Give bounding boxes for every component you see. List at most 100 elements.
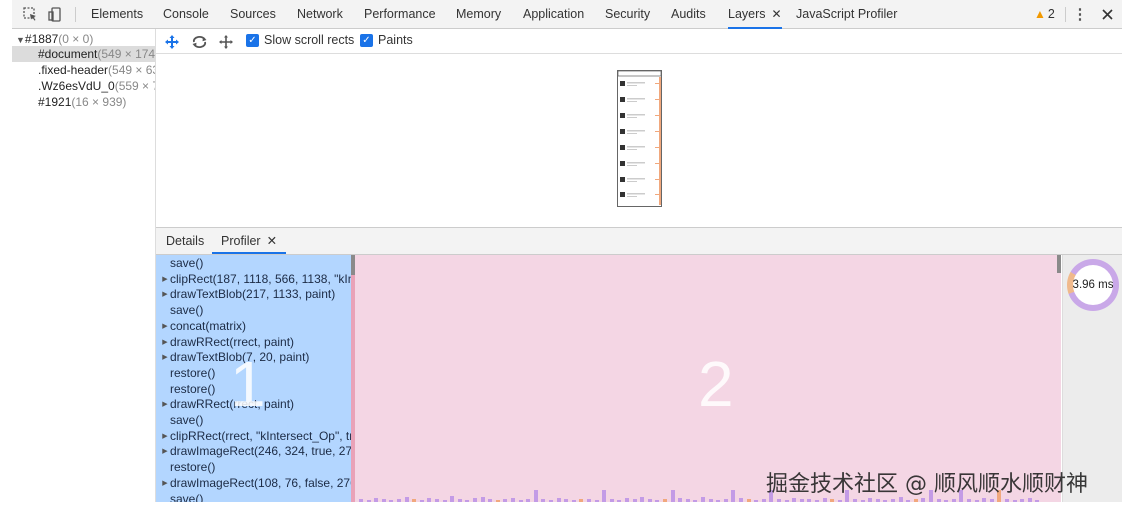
timeline-bar <box>853 499 857 502</box>
warning-triangle-icon: ▲ <box>1034 7 1046 21</box>
paint-command-row[interactable]: save() <box>156 492 354 503</box>
timeline-bar <box>906 500 911 502</box>
annotation-number-1: 1 <box>230 348 266 420</box>
expand-arrow-icon[interactable]: ▶ <box>160 429 170 445</box>
paint-command-row[interactable]: save() <box>156 256 354 272</box>
timeline-bar <box>860 500 865 502</box>
expand-arrow-icon[interactable]: ▶ <box>160 272 170 288</box>
tab-sources[interactable]: Sources <box>230 0 276 29</box>
lower-tabbar: Details Profiler ✕ <box>156 227 1122 255</box>
paint-command-label: drawTextBlob(217, 1133, paint) <box>170 287 336 302</box>
timeline-bar <box>381 499 386 502</box>
timeline-bar <box>556 498 561 502</box>
paint-command-row[interactable]: save() <box>156 303 354 319</box>
timeline-bar <box>625 498 629 502</box>
tab-javascript-profiler[interactable]: JavaScript Profiler <box>796 0 897 29</box>
warnings-badge[interactable]: ▲ 2 <box>1034 0 1055 29</box>
expand-arrow-icon[interactable]: ▶ <box>160 319 170 335</box>
layers-3d-viewport[interactable] <box>156 54 1122 227</box>
timeline-bar <box>1005 499 1009 502</box>
tab-performance[interactable]: Performance <box>364 0 436 29</box>
layer-tree: ▼#1887(0 × 0) #document(549 × 174 .fixed… <box>12 29 156 502</box>
tab-console[interactable]: Console <box>163 0 209 29</box>
timeline-bar <box>891 499 895 502</box>
paint-command-row[interactable]: ▶ clipRect(187, 1118, 566, 1138, "kIn <box>156 272 354 288</box>
timeline-bar <box>427 498 432 502</box>
tab-audits[interactable]: Audits <box>671 0 706 29</box>
slow-scroll-label: Slow scroll rects <box>264 33 355 47</box>
timeline-bar <box>815 500 819 502</box>
page-layer-thumbnail[interactable] <box>617 70 662 207</box>
paint-command-label: drawImageRect(246, 324, true, 276 <box>170 444 354 459</box>
timeline-bar <box>419 500 424 502</box>
close-tab-icon[interactable]: ✕ <box>772 7 782 21</box>
tree-node-1921[interactable]: #1921(16 × 939) <box>12 94 155 110</box>
expand-arrow-icon[interactable]: ▶ <box>160 397 170 413</box>
device-toolbar-icon[interactable] <box>47 6 63 22</box>
timeline-bar <box>397 499 401 502</box>
timeline-bar <box>518 500 523 502</box>
tree-node-root[interactable]: ▼#1887(0 × 0) <box>12 31 155 47</box>
paint-time-label: 3.96 ms <box>1073 265 1113 305</box>
timeline-bar <box>526 499 531 502</box>
expand-arrow-icon[interactable]: ▶ <box>160 444 170 460</box>
more-options-icon[interactable]: ⋮ <box>1072 6 1088 23</box>
timeline-window-handle[interactable] <box>1057 255 1061 273</box>
paint-time-pie-chart: 3.96 ms <box>1067 259 1119 311</box>
reset-transform-icon[interactable] <box>217 33 235 51</box>
expand-arrow-icon[interactable]: ▶ <box>160 476 170 492</box>
timeline-bar <box>587 499 591 502</box>
tab-memory[interactable]: Memory <box>456 0 501 29</box>
slow-scroll-checkbox[interactable]: ✓ <box>246 34 259 47</box>
paint-command-row[interactable]: ▶ drawImageRect(108, 76, false, 276 <box>156 476 354 492</box>
timeline-bar <box>617 500 622 502</box>
inspect-element-icon[interactable] <box>22 6 38 22</box>
tab-profiler[interactable]: Profiler ✕ <box>212 228 287 254</box>
annotation-number-2: 2 <box>698 348 734 420</box>
tab-elements[interactable]: Elements <box>91 0 143 29</box>
timeline-bar <box>754 500 759 502</box>
tab-network[interactable]: Network <box>297 0 343 29</box>
timeline-bar <box>989 499 994 502</box>
timeline-bar <box>647 499 652 502</box>
paints-checkbox[interactable]: ✓ <box>360 34 373 47</box>
expand-arrow-icon[interactable]: ▶ <box>160 287 170 303</box>
timeline-bar <box>685 499 690 502</box>
paint-command-row[interactable]: ▶ concat(matrix) <box>156 319 354 335</box>
timeline-bar <box>708 499 713 502</box>
tab-security[interactable]: Security <box>605 0 650 29</box>
close-devtools-icon[interactable] <box>1099 6 1115 22</box>
tab-application[interactable]: Application <box>523 0 584 29</box>
tree-node-fixed-header[interactable]: .fixed-header(549 × 63 <box>12 62 155 78</box>
expand-arrow-icon[interactable]: ▶ <box>160 350 170 366</box>
timeline-bar <box>784 500 789 502</box>
timeline-bar <box>799 499 804 502</box>
paint-command-row[interactable]: ▶ drawTextBlob(217, 1133, paint) <box>156 287 354 303</box>
paints-label: Paints <box>378 33 413 47</box>
timeline-bar <box>746 499 751 502</box>
timeline-bar <box>792 498 797 502</box>
pan-mode-icon[interactable] <box>163 33 181 51</box>
paint-command-label: save() <box>170 491 204 503</box>
timeline-bar <box>693 500 698 502</box>
paint-command-row[interactable]: restore() <box>156 460 354 476</box>
close-profiler-icon[interactable]: ✕ <box>267 234 277 248</box>
paint-command-row[interactable]: ▶ drawImageRect(246, 324, true, 276 <box>156 444 354 460</box>
paint-time-pie-area: 3.96 ms <box>1062 255 1122 502</box>
tab-layers[interactable]: Layers ✕ <box>728 0 782 29</box>
tree-node-document[interactable]: #document(549 × 174 <box>12 46 155 62</box>
timeline-bar <box>450 496 455 502</box>
tree-node-wz6esvdu[interactable]: .Wz6esVdU_0(559 × 7 <box>12 78 155 94</box>
paint-command-label: save() <box>170 413 204 427</box>
rotate-mode-icon[interactable] <box>190 33 208 51</box>
expand-arrow-icon[interactable]: ▶ <box>160 335 170 351</box>
tab-details[interactable]: Details <box>166 228 204 254</box>
paint-command-label: restore() <box>170 365 216 380</box>
timeline-bar <box>678 498 683 502</box>
paint-command-label: clipRect(187, 1118, 566, 1138, "kIn <box>170 271 354 286</box>
paint-command-label: save() <box>170 256 204 270</box>
paint-command-row[interactable]: ▶ clipRRect(rrect, "kIntersect_Op", tr <box>156 429 354 445</box>
timeline-bar <box>389 500 394 502</box>
timeline-bar <box>495 500 500 502</box>
timeline-bar <box>1020 499 1025 502</box>
